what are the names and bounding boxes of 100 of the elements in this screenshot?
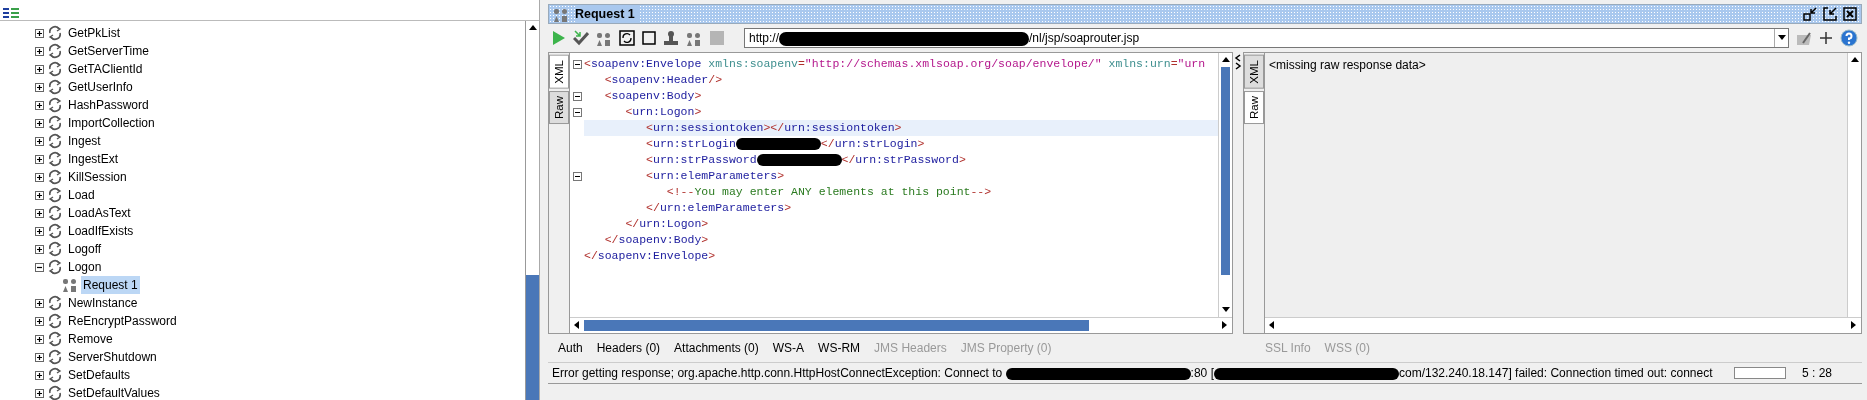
scrollbar[interactable] (1847, 53, 1861, 317)
refresh-icon[interactable] (47, 349, 63, 365)
tree-item[interactable]: Ingest (66, 132, 103, 150)
expand-icon[interactable] (35, 298, 44, 308)
scroll-up-icon[interactable] (527, 23, 538, 33)
tree-item[interactable]: SetDefaultValues (66, 384, 162, 400)
expand-icon[interactable] (35, 388, 44, 398)
collapse-icon[interactable] (35, 262, 44, 272)
refresh-icon[interactable] (47, 115, 63, 131)
tree-item[interactable]: Load (66, 186, 97, 204)
editor-tab[interactable]: Raw (1244, 90, 1264, 124)
url-field[interactable]: http:// /nl/jsp/soaprouter.jsp (744, 28, 1789, 48)
refresh-icon[interactable] (47, 205, 63, 221)
status-message: :80 [ (1190, 366, 1214, 380)
tree-item[interactable]: GetTAClientId (66, 60, 145, 78)
refresh-icon[interactable] (47, 97, 63, 113)
expand-icon[interactable] (35, 154, 44, 164)
minimize-icon[interactable] (1803, 7, 1817, 21)
refresh-icon[interactable] (47, 259, 63, 275)
scroll-left-icon[interactable] (572, 320, 582, 330)
tab[interactable]: WS-RM (818, 339, 861, 357)
refresh-icon[interactable] (47, 223, 63, 239)
dropdown-button[interactable] (1774, 29, 1788, 47)
window-title: Request 1 (575, 4, 639, 24)
tree-item[interactable]: IngestExt (66, 150, 121, 168)
tree-item[interactable]: SetDefaults (66, 366, 133, 384)
expand-icon[interactable] (35, 118, 44, 128)
tree-item[interactable]: ReEncryptPassword (66, 312, 179, 330)
help-icon[interactable] (1840, 29, 1858, 47)
status-message: com/132.240.18.147] failed: Connection timed out: connect (1398, 366, 1713, 380)
stamp-icon[interactable] (663, 30, 679, 46)
tree-item[interactable]: Logon (66, 258, 104, 276)
collapse-arrows-icon[interactable] (1234, 54, 1242, 70)
check-icon[interactable] (573, 30, 589, 46)
scroll-left-icon[interactable] (1267, 320, 1277, 330)
tab[interactable]: Attachments (0) (674, 339, 759, 357)
expand-icon[interactable] (35, 352, 44, 362)
fold-icon[interactable] (572, 107, 582, 117)
expand-icon[interactable] (35, 82, 44, 92)
tree-item[interactable]: Logoff (66, 240, 104, 258)
expand-icon[interactable] (35, 28, 44, 38)
tree-item[interactable]: GetUserInfo (66, 78, 135, 96)
scrollbar[interactable] (525, 21, 539, 400)
expand-icon[interactable] (35, 136, 44, 146)
refresh-icon[interactable] (47, 331, 63, 347)
refresh-icon[interactable] (47, 313, 63, 329)
expand-icon[interactable] (35, 172, 44, 182)
refresh-icon[interactable] (47, 79, 63, 95)
expand-icon[interactable] (35, 190, 44, 200)
tree-view-icon[interactable] (3, 6, 19, 19)
refresh-icon[interactable] (47, 241, 63, 257)
loop-icon[interactable] (619, 30, 635, 46)
tree-item[interactable]: GetPkList (66, 24, 123, 42)
refresh-icon[interactable] (47, 169, 63, 185)
tree-item[interactable]: ServerShutdown (66, 348, 159, 366)
tree-item[interactable]: HashPassword (66, 96, 151, 114)
tree-item[interactable]: KillSession (66, 168, 129, 186)
scroll-up-icon[interactable] (1849, 55, 1860, 65)
fold-icon[interactable] (572, 171, 582, 181)
expand-icon[interactable] (35, 100, 44, 110)
tab[interactable]: WS-A (772, 339, 805, 357)
tree-item[interactable]: NewInstance (66, 294, 140, 312)
scroll-up-icon[interactable] (1220, 55, 1231, 65)
scrollbar[interactable] (570, 317, 1232, 333)
expand-icon[interactable] (35, 64, 44, 74)
fold-icon[interactable] (572, 91, 582, 101)
tree-item[interactable]: Request 1 (81, 276, 140, 294)
tab[interactable]: Headers (0) (596, 339, 661, 357)
scrollbar[interactable] (1218, 53, 1232, 317)
refresh-icon[interactable] (47, 295, 63, 311)
refresh-icon[interactable] (47, 151, 63, 167)
refresh-icon[interactable] (47, 61, 63, 77)
refresh-icon[interactable] (47, 133, 63, 149)
expand-icon[interactable] (35, 208, 44, 218)
expand-icon[interactable] (35, 316, 44, 326)
tab[interactable]: Auth (558, 339, 583, 357)
tree-item[interactable]: LoadIfExists (66, 222, 136, 240)
checkbox-icon[interactable] (642, 31, 656, 45)
expand-icon[interactable] (35, 244, 44, 254)
refresh-icon[interactable] (47, 367, 63, 383)
plus-icon[interactable] (1819, 31, 1833, 45)
expand-icon[interactable] (35, 226, 44, 236)
refresh-icon[interactable] (47, 187, 63, 203)
tree-item[interactable]: LoadAsText (66, 204, 133, 222)
code-line: </urn:Logon> (624, 216, 710, 232)
expand-icon[interactable] (35, 334, 44, 344)
refresh-icon[interactable] (47, 385, 63, 400)
editor-tab[interactable]: XML (1244, 55, 1264, 89)
refresh-icon[interactable] (47, 43, 63, 59)
refresh-icon[interactable] (47, 25, 63, 41)
fold-icon[interactable] (572, 59, 582, 69)
editor-tab[interactable]: XML (549, 55, 569, 89)
tree-item[interactable]: ImportCollection (66, 114, 157, 132)
tree-item[interactable]: Remove (66, 330, 115, 348)
close-icon[interactable] (1843, 7, 1857, 21)
detach-icon[interactable] (1823, 7, 1837, 21)
tree-item[interactable]: GetServerTime (66, 42, 151, 60)
expand-icon[interactable] (35, 370, 44, 380)
editor-tab[interactable]: Raw (549, 90, 569, 124)
expand-icon[interactable] (35, 46, 44, 56)
